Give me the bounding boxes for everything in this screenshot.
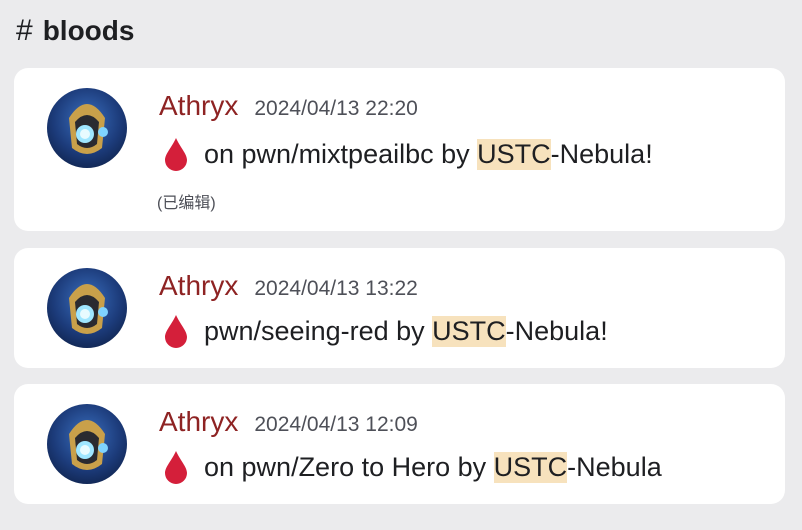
- timestamp[interactable]: 2024/04/13 22:20: [254, 97, 418, 121]
- message-text: on pwn/Zero to Hero by: [204, 451, 494, 482]
- avatar[interactable]: [47, 88, 127, 168]
- edited-label: (已编辑): [157, 195, 216, 212]
- message-content: pwn/seeing-red by USTC -Nebula!: [162, 314, 608, 348]
- channel-name: bloods: [42, 15, 135, 46]
- author-name[interactable]: Athryx: [159, 270, 238, 302]
- highlight-text: USTC: [432, 315, 506, 347]
- channel-header: # bloods: [16, 14, 134, 48]
- avatar[interactable]: [47, 404, 127, 484]
- message[interactable]: Athryx 2024/04/13 13:22 pwn/seeing-red b…: [14, 248, 785, 368]
- blood-drop-icon: [165, 138, 187, 171]
- message-content: on pwn/mixtpeailbc by USTC -Nebula!: [162, 137, 653, 171]
- message[interactable]: Athryx 2024/04/13 22:20 on pwn/mixtpeail…: [14, 68, 785, 231]
- highlight-text: USTC: [477, 138, 551, 170]
- highlight-text: USTC: [493, 451, 568, 483]
- hash-icon: #: [16, 14, 33, 47]
- message-content: on pwn/Zero to Hero by USTC -Nebula: [162, 450, 662, 484]
- author-name[interactable]: Athryx: [159, 406, 238, 438]
- message-text-suffix: -Nebula!: [505, 315, 608, 346]
- message-text-suffix: -Nebula!: [550, 138, 653, 169]
- avatar[interactable]: [47, 268, 127, 348]
- blood-drop-icon: [165, 451, 187, 484]
- message-text-suffix: -Nebula: [567, 451, 662, 482]
- timestamp[interactable]: 2024/04/13 13:22: [254, 277, 418, 301]
- message-text: pwn/seeing-red by: [204, 315, 433, 346]
- timestamp[interactable]: 2024/04/13 12:09: [254, 413, 418, 437]
- message-text: on pwn/mixtpeailbc by: [204, 138, 478, 169]
- message[interactable]: Athryx 2024/04/13 12:09 on pwn/Zero to H…: [14, 384, 785, 504]
- blood-drop-icon: [165, 315, 187, 348]
- author-name[interactable]: Athryx: [159, 90, 238, 122]
